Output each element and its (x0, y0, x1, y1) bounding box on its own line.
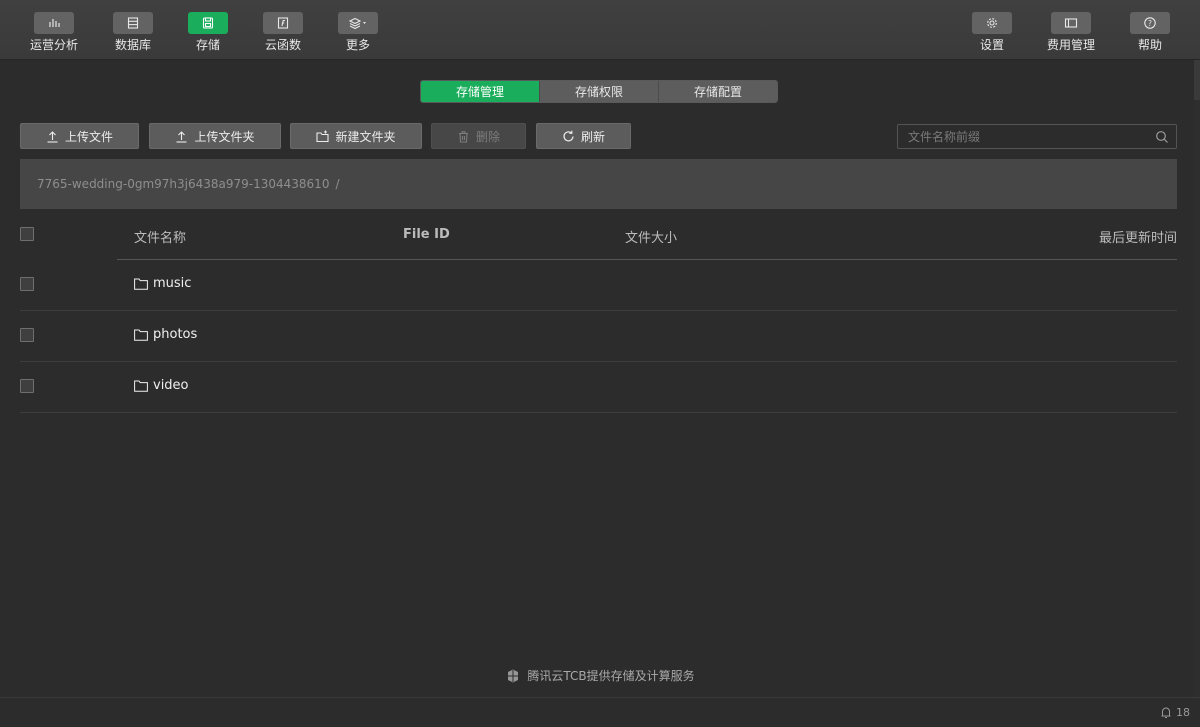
file-name[interactable]: video (134, 378, 189, 393)
footer-brand-text: 腾讯云TCB提供存储及计算服务 (527, 669, 695, 683)
folder-name[interactable]: music (153, 276, 191, 291)
bell-icon (1161, 707, 1171, 718)
search-input[interactable] (898, 125, 1176, 148)
storage-tabs: 存储管理 存储权限 存储配置 (420, 80, 778, 103)
breadcrumb-separator: / (335, 177, 340, 191)
column-size[interactable]: 文件大小 (625, 227, 677, 246)
row-checkbox[interactable] (20, 328, 34, 342)
trash-icon (458, 130, 468, 143)
tool-label: 帮助 (1137, 38, 1162, 52)
new-folder-icon (316, 130, 330, 142)
upload-folder-button[interactable]: 上传文件夹 (149, 123, 281, 149)
tab-storage-management[interactable]: 存储管理 (421, 81, 539, 102)
layers-icon (338, 12, 378, 34)
table-row[interactable]: video (20, 362, 1177, 413)
file-name[interactable]: photos (134, 327, 197, 342)
cloud-logo-icon (508, 669, 519, 682)
folder-icon (134, 278, 148, 290)
folder-name[interactable]: video (153, 378, 189, 393)
tool-database[interactable]: 数据库 (98, 12, 168, 52)
breadcrumb: 7765-wedding-0gm97h3j6438a979-1304438610… (20, 159, 1177, 209)
tool-functions[interactable]: 云函数 (248, 12, 318, 52)
folder-icon (134, 329, 148, 341)
tool-settings[interactable]: 设置 (957, 12, 1027, 52)
scrollbar-thumb[interactable] (1194, 60, 1200, 100)
tool-analytics[interactable]: 运营分析 (19, 12, 89, 52)
gear-icon (972, 12, 1012, 34)
delete-button[interactable]: 删除 (431, 123, 526, 149)
tool-billing[interactable]: 费用管理 (1036, 12, 1106, 52)
scrollbar[interactable] (1194, 60, 1200, 697)
refresh-icon (563, 130, 574, 141)
upload-icon (47, 130, 58, 143)
tab-storage-config[interactable]: 存储配置 (658, 81, 777, 102)
tool-help[interactable]: ? 帮助 (1115, 12, 1185, 52)
new-folder-label: 新建文件夹 (335, 129, 396, 144)
help-icon: ? (1130, 12, 1170, 34)
tool-label: 云函数 (264, 38, 301, 52)
upload-file-button[interactable]: 上传文件 (20, 123, 139, 149)
database-icon (113, 12, 153, 34)
folder-icon (134, 380, 148, 392)
refresh-button[interactable]: 刷新 (536, 123, 631, 149)
tool-label: 运营分析 (29, 38, 78, 52)
search-box (897, 124, 1177, 149)
billing-icon (1051, 12, 1091, 34)
upload-icon (176, 130, 187, 143)
tool-label: 费用管理 (1046, 38, 1095, 52)
tool-label: 存储 (195, 38, 220, 52)
upload-folder-label: 上传文件夹 (194, 129, 255, 144)
search-icon[interactable] (1155, 130, 1169, 144)
column-file-id: File ID (403, 227, 450, 242)
notification-count: 18 (1176, 706, 1190, 719)
refresh-label: 刷新 (580, 129, 605, 144)
table-row[interactable]: photos (20, 311, 1177, 362)
select-all-checkbox[interactable] (20, 227, 34, 241)
new-folder-button[interactable]: 新建文件夹 (290, 123, 422, 149)
storage-icon (188, 12, 228, 34)
file-name[interactable]: music (134, 276, 191, 291)
row-checkbox[interactable] (20, 379, 34, 393)
column-name[interactable]: 文件名称 (134, 227, 186, 246)
tab-storage-permissions[interactable]: 存储权限 (539, 81, 658, 102)
breadcrumb-bucket[interactable]: 7765-wedding-0gm97h3j6438a979-1304438610 (37, 177, 329, 191)
footer-brand: 腾讯云TCB提供存储及计算服务 (0, 667, 1200, 684)
tool-label: 设置 (979, 38, 1004, 52)
tool-label: 数据库 (114, 38, 151, 52)
tool-more[interactable]: 更多 (323, 12, 393, 52)
table-row[interactable]: music (20, 260, 1177, 311)
upload-file-label: 上传文件 (64, 129, 113, 144)
top-toolbar: 运营分析 数据库 存储 云函数 更多 设置 费用管理 ? 帮助 (0, 0, 1200, 60)
svg-text:?: ? (1148, 19, 1152, 28)
row-checkbox[interactable] (20, 277, 34, 291)
column-updated[interactable]: 最后更新时间 (1099, 227, 1177, 246)
chart-icon (34, 12, 74, 34)
status-bar: 18 (0, 697, 1200, 727)
folder-name[interactable]: photos (153, 327, 197, 342)
tool-label: 更多 (345, 38, 370, 52)
table-header: 文件名称 File ID 文件大小 最后更新时间 (0, 210, 1200, 260)
tool-storage[interactable]: 存储 (173, 12, 243, 52)
notification-indicator[interactable]: 18 (1160, 706, 1190, 719)
delete-label: 删除 (475, 129, 500, 144)
function-icon (263, 12, 303, 34)
